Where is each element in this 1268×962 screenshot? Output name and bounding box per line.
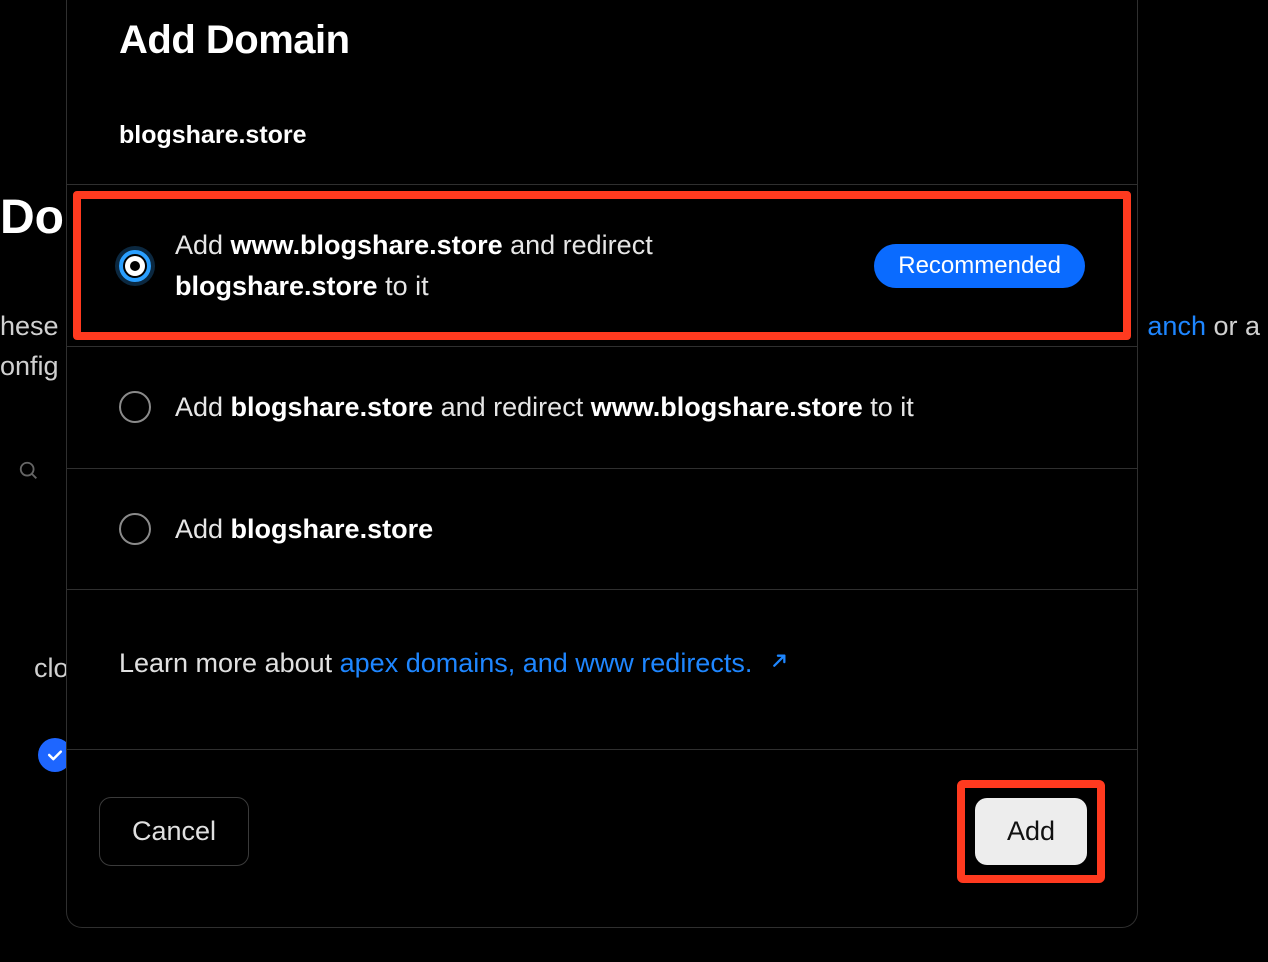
option-text: Add www.blogshare.store and redirect blo… [175,225,850,306]
bg-text-or-a: or a [1206,311,1260,341]
modal-title: Add Domain [119,18,1085,63]
learn-more-row: Learn more about apex domains, and www r… [67,589,1137,749]
add-domain-modal: Add Domain blogshare.store Add www.blogs… [66,0,1138,928]
bg-text-fragment-1: hese [0,308,59,346]
bg-text-fragment-2: onfig [0,348,59,386]
domain-option-apex-only[interactable]: Add blogshare.store [67,468,1137,590]
external-link-icon [766,652,788,674]
modal-subtitle: blogshare.store [119,121,1085,150]
learn-more-link[interactable]: apex domains, and www redirects. [340,648,788,678]
cancel-button[interactable]: Cancel [99,797,249,866]
radio-unselected-icon[interactable] [119,391,151,423]
option-text: Add blogshare.store [175,509,1085,550]
highlight-box: Add [957,780,1105,883]
option-text: Add blogshare.store and redirect www.blo… [175,387,1085,428]
radio-selected-icon[interactable] [119,250,151,282]
radio-unselected-icon[interactable] [119,513,151,545]
domain-option-www-redirect-apex[interactable]: Add www.blogshare.store and redirect blo… [67,184,1137,346]
bg-item-fragment: clo [34,653,69,684]
domain-option-apex-redirect-www[interactable]: Add blogshare.store and redirect www.blo… [67,346,1137,468]
add-button[interactable]: Add [975,798,1087,865]
search-icon [18,460,38,480]
bg-text-fragment-right: anch or a [1147,308,1260,346]
bg-link-fragment: anch [1147,311,1206,341]
modal-footer: Cancel Add [67,749,1137,927]
learn-more-prefix: Learn more about [119,648,340,678]
recommended-badge: Recommended [874,244,1085,288]
modal-header: Add Domain blogshare.store [67,0,1137,184]
